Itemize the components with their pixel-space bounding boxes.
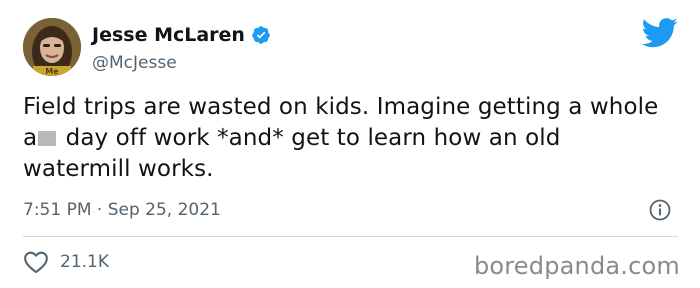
like-action[interactable]: 21.1K	[23, 250, 109, 274]
verified-badge-icon	[251, 25, 271, 45]
avatar[interactable]: Me	[23, 18, 81, 76]
author-handle[interactable]: @McJesse	[92, 52, 177, 74]
avatar-image: Me	[23, 18, 81, 76]
heart-icon[interactable]	[23, 250, 49, 274]
avatar-caption: Me	[45, 67, 59, 76]
censor-block	[38, 131, 57, 146]
info-icon[interactable]	[648, 198, 672, 222]
like-count: 21.1K	[60, 252, 109, 272]
tweet-timestamp[interactable]: 7:51 PM · Sep 25, 2021	[23, 199, 221, 221]
author-display-name[interactable]: Jesse McLaren	[92, 23, 245, 47]
tweet-text: Field trips are wasted on kids. Imagine …	[23, 92, 673, 185]
tweet-text-part2: day off work *and* get to learn how an o…	[23, 125, 561, 182]
watermark: boredpanda.com	[473, 252, 680, 280]
divider	[23, 236, 678, 237]
twitter-bird-icon[interactable]	[641, 18, 678, 48]
author-name-row[interactable]: Jesse McLaren	[92, 23, 271, 47]
